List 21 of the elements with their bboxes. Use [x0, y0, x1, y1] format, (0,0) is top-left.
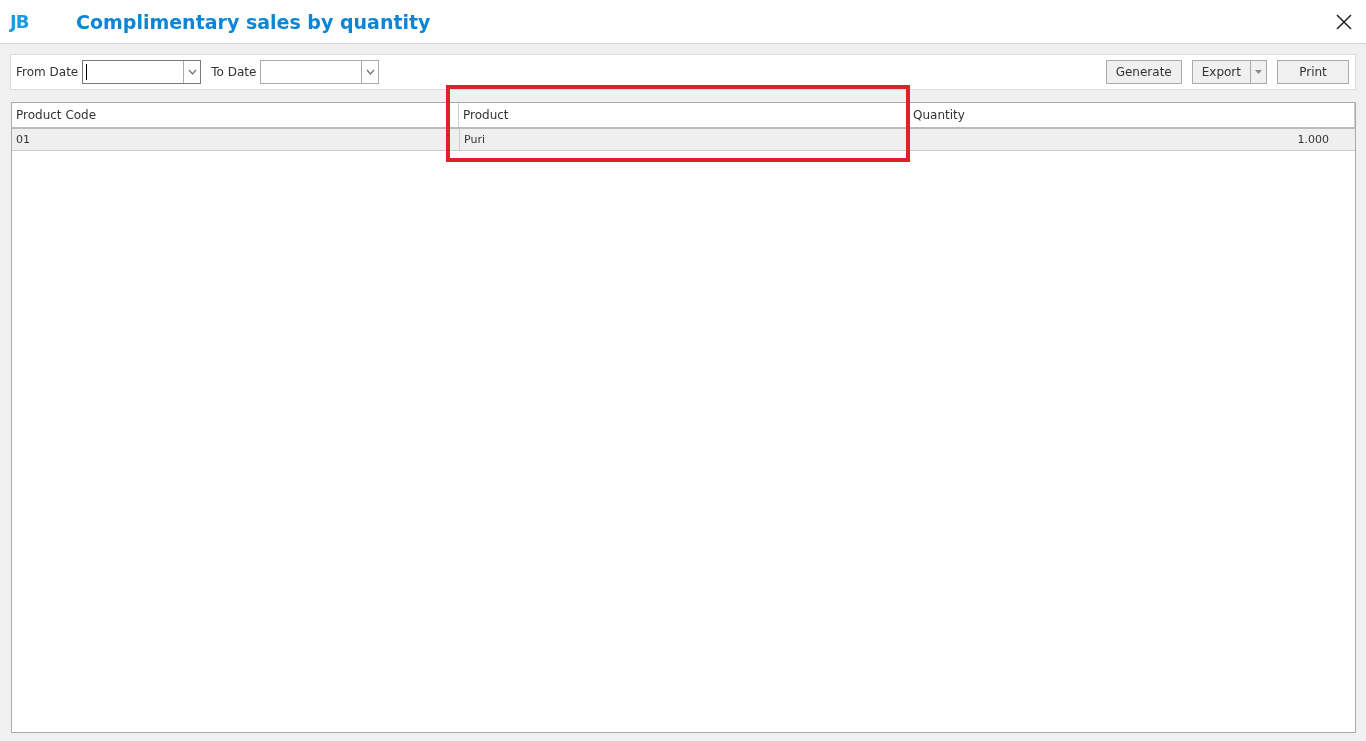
filter-label: From Date: [16, 65, 79, 79]
filter-label: To Date: [211, 65, 257, 79]
table-cell: Puri: [464, 133, 485, 146]
window-title: Complimentary sales by quantity: [76, 10, 432, 33]
app-logo: JB: [10, 11, 30, 32]
export-button[interactable]: Export: [1191, 60, 1250, 84]
toolbar-button[interactable]: Print: [1277, 60, 1349, 84]
toolbar-button[interactable]: Generate: [1105, 60, 1182, 84]
date-field[interactable]: [260, 60, 380, 84]
close-icon[interactable]: [1336, 13, 1352, 30]
table-row[interactable]: 01 Puri 1.000: [12, 129, 1355, 151]
column-header[interactable]: Quantity: [909, 103, 1355, 127]
chevron-icon: [365, 69, 375, 75]
table-cell: 1.000: [1297, 133, 1329, 146]
table-cell: 01: [16, 133, 30, 146]
chevron-icon: [187, 69, 197, 75]
dropdown-button[interactable]: [1250, 60, 1267, 84]
date-field[interactable]: [82, 60, 202, 84]
column-header[interactable]: Product: [459, 103, 909, 127]
column-header[interactable]: Product Code: [12, 103, 459, 127]
caret-icon: [1255, 70, 1262, 74]
